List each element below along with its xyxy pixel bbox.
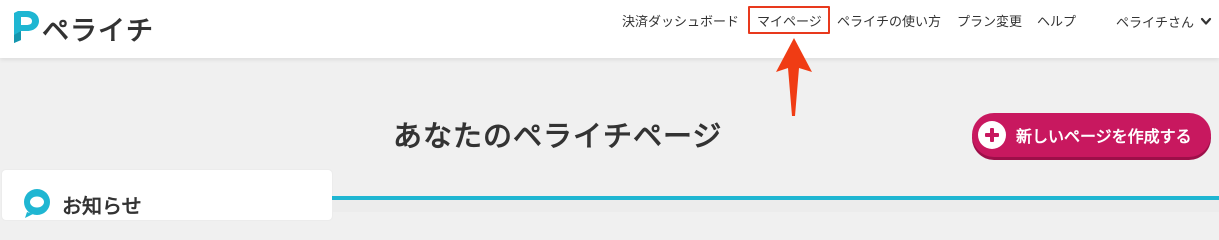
nav-billing-dashboard[interactable]: 決済ダッシュボード [622, 11, 739, 31]
up-arrow-icon [776, 38, 812, 116]
peraichi-logo-icon [14, 11, 39, 43]
speech-bubble-icon [24, 189, 50, 218]
chevron-down-icon [1200, 17, 1212, 25]
user-menu[interactable]: ペライチさん [1116, 11, 1212, 31]
nav-change-plan[interactable]: プラン変更 [957, 11, 1022, 31]
annotation-highlight-box [748, 6, 830, 34]
user-menu-label: ペライチさん [1116, 15, 1195, 31]
nav-help[interactable]: ヘルプ [1037, 11, 1076, 31]
page-title: あなたのペライチページ [393, 119, 723, 153]
news-title: お知らせ [62, 194, 142, 218]
content-area [332, 200, 1219, 212]
top-header: ペライチ 決済ダッシュボード マイページ ペライチの使い方 プラン変更 ヘルプ … [0, 0, 1219, 58]
logo[interactable]: ペライチ [10, 8, 154, 48]
new-page-button-label: 新しいページを作成する [1016, 127, 1192, 146]
news-panel: お知らせ [2, 170, 332, 220]
logo-text: ペライチ [42, 15, 154, 47]
nav-how-to-use[interactable]: ペライチの使い方 [837, 11, 941, 31]
new-page-button[interactable]: 新しいページを作成する [972, 113, 1211, 157]
plus-circle-icon [978, 121, 1006, 149]
